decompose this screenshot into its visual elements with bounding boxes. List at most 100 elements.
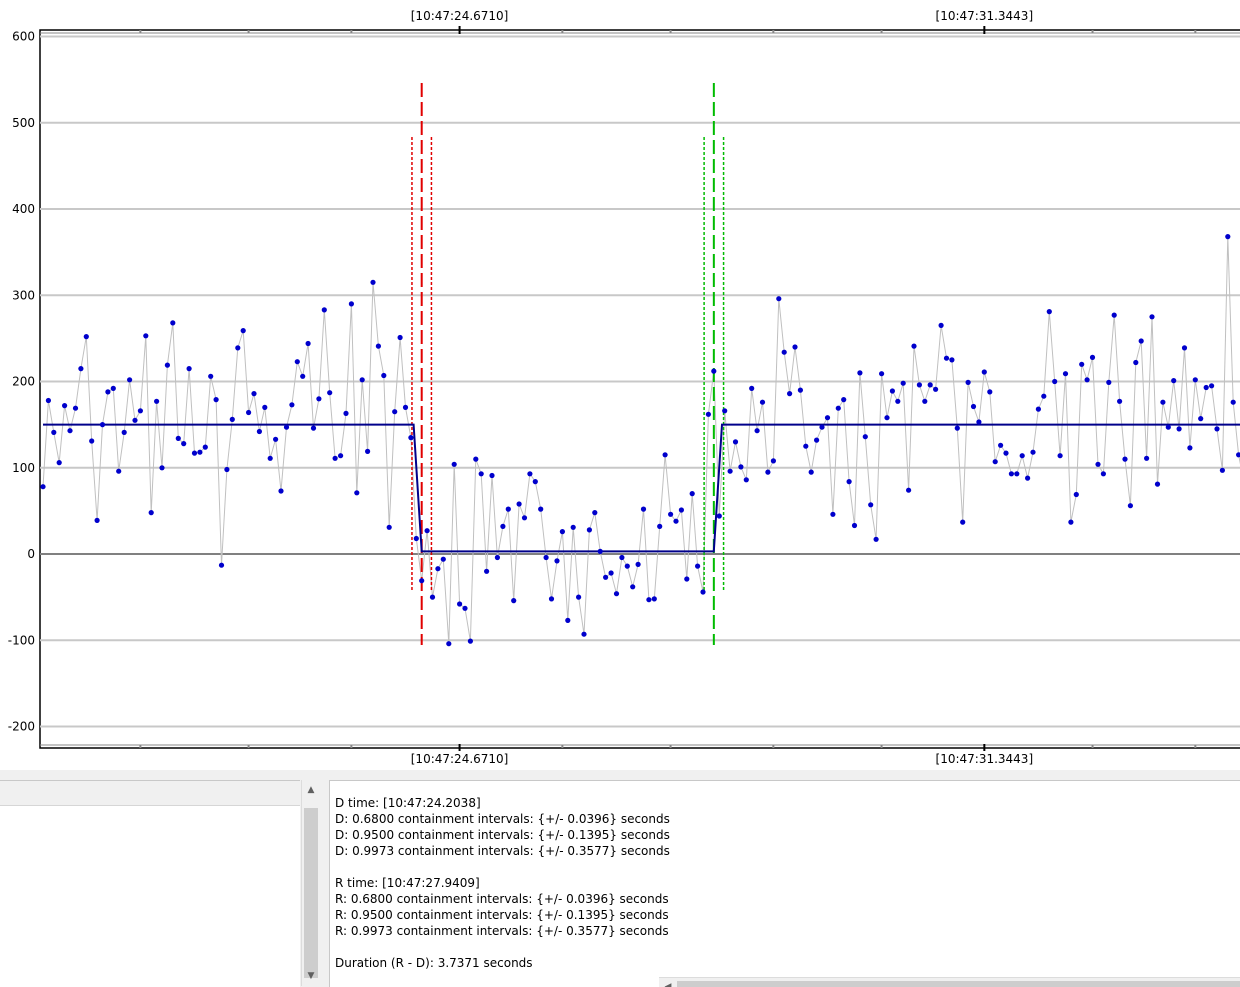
data-point — [581, 631, 587, 637]
data-point — [148, 509, 154, 516]
data-point — [511, 598, 517, 604]
result-line: Duration (R - D): 3.7371 seconds — [335, 956, 533, 970]
scroll-down-icon[interactable]: ▼ — [302, 968, 320, 984]
data-point — [841, 397, 847, 403]
data-point — [175, 435, 181, 441]
data-point — [911, 343, 917, 349]
data-point — [67, 428, 73, 434]
y-tick-label: -200 — [8, 720, 35, 734]
data-point — [527, 471, 533, 477]
result-line: D time: [10:47:24.2038] — [335, 796, 481, 810]
data-point — [316, 396, 322, 402]
data-point — [191, 450, 198, 456]
data-point — [208, 373, 214, 379]
data-point — [624, 563, 630, 569]
data-point — [965, 379, 971, 385]
result-line: D: 0.6800 containment intervals: {+/- 0.… — [335, 812, 670, 826]
data-point — [105, 389, 111, 395]
data-point — [402, 404, 409, 410]
data-point — [976, 419, 982, 425]
scrollbar-thumb[interactable] — [304, 808, 318, 978]
data-point — [916, 382, 923, 388]
data-point — [381, 372, 387, 379]
result-line: D: 0.9500 containment intervals: {+/- 0.… — [335, 828, 670, 842]
data-point — [1057, 453, 1063, 459]
data-point — [505, 506, 511, 512]
bottom-panel: ▲ ▼ D time: [10:47:24.2038] D: 0.6800 con… — [0, 770, 1240, 987]
data-point — [305, 340, 311, 347]
vertical-scrollbar[interactable]: ▲ ▼ — [301, 780, 320, 986]
data-point — [1181, 345, 1188, 351]
data-point — [1095, 461, 1101, 467]
data-point — [240, 328, 246, 334]
data-point — [906, 487, 912, 493]
data-point — [749, 385, 755, 391]
data-point — [1084, 377, 1090, 383]
data-point — [72, 405, 79, 411]
data-point — [943, 355, 950, 361]
panel-splitter[interactable] — [320, 780, 329, 986]
data-point — [1225, 234, 1231, 240]
data-point — [1014, 471, 1020, 477]
data-point — [1079, 361, 1085, 367]
data-point — [998, 442, 1004, 448]
data-point — [808, 469, 814, 475]
data-point — [300, 373, 306, 379]
data-point — [873, 536, 879, 542]
data-point — [110, 385, 116, 391]
data-point — [879, 371, 885, 377]
data-point — [321, 307, 327, 313]
data-point — [792, 344, 798, 350]
data-point — [1171, 378, 1177, 384]
data-point — [548, 596, 555, 602]
results-text-panel[interactable]: D time: [10:47:24.2038] D: 0.6800 contain… — [329, 780, 1240, 987]
data-point — [197, 449, 203, 455]
data-point — [824, 415, 831, 421]
plot-area[interactable]: 600 500 400 300 200 100 0 -100 -200 [10:47:24.671… — [0, 0, 1240, 770]
left-list-panel[interactable] — [0, 780, 300, 987]
data-point — [538, 506, 544, 512]
data-point — [451, 461, 457, 467]
data-point — [202, 444, 208, 450]
data-point — [684, 576, 690, 582]
data-point — [473, 456, 479, 462]
data-point — [365, 448, 371, 454]
data-point — [1214, 426, 1220, 432]
data-point — [938, 322, 944, 328]
data-point — [727, 468, 733, 474]
result-line — [335, 859, 670, 875]
data-point — [224, 466, 230, 473]
data-point — [814, 437, 820, 443]
data-point — [348, 301, 354, 307]
data-point — [332, 455, 338, 461]
data-point — [765, 469, 771, 475]
data-point — [484, 568, 490, 574]
data-point — [397, 334, 403, 341]
data-point — [933, 386, 939, 392]
bottom-time-label: [10:47:24.6710] — [411, 752, 509, 766]
data-point — [435, 566, 441, 572]
data-point — [370, 279, 376, 285]
data-point — [608, 570, 614, 576]
data-point — [256, 428, 262, 435]
data-point — [1230, 399, 1236, 405]
data-point — [440, 556, 446, 562]
data-point — [700, 589, 706, 595]
data-point — [635, 561, 641, 568]
data-point — [576, 594, 582, 600]
scroll-up-icon[interactable]: ▲ — [302, 782, 320, 798]
data-point — [1160, 399, 1166, 405]
hscrollbar-thumb[interactable] — [677, 981, 1240, 987]
data-point — [830, 511, 836, 517]
y-tick-label: -100 — [8, 633, 35, 647]
data-point — [770, 458, 777, 464]
data-point — [1209, 383, 1215, 389]
data-point — [1062, 371, 1069, 377]
data-point — [949, 357, 955, 363]
data-point — [143, 333, 149, 339]
data-point — [1219, 467, 1225, 473]
light-curve-chart[interactable]: 600 500 400 300 200 100 0 -100 -200 [10:47:24.671… — [0, 0, 1240, 770]
data-point — [429, 594, 436, 600]
data-point — [229, 416, 235, 422]
data-point — [603, 574, 609, 580]
